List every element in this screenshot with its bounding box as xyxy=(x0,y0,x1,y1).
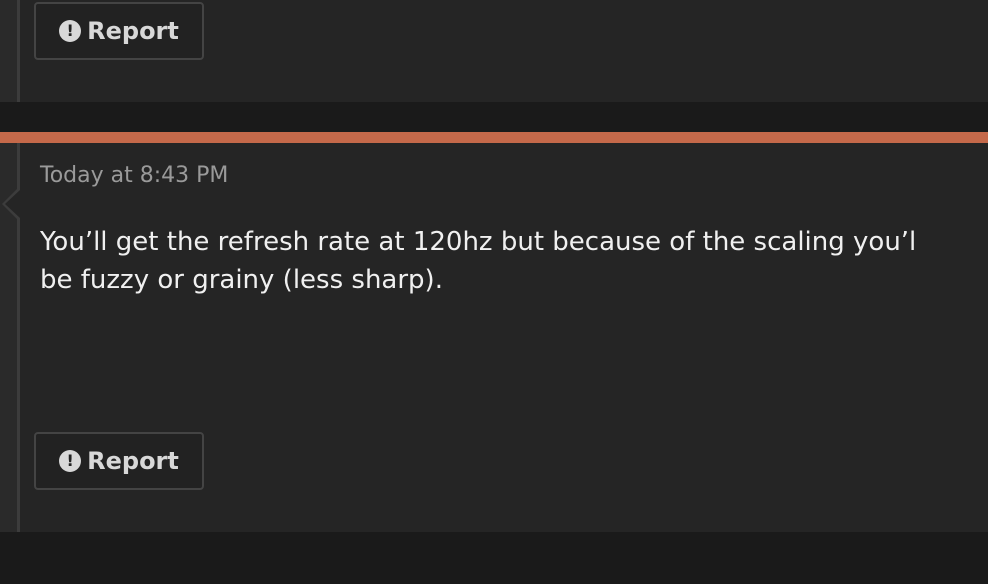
post: Today at 8:43 PM You’ll get the refresh … xyxy=(0,143,988,532)
report-button[interactable]: ! Report xyxy=(34,432,204,490)
post-timestamp[interactable]: Today at 8:43 PM xyxy=(40,163,228,188)
post-pointer-arrow-inner xyxy=(5,190,20,218)
exclamation-circle-icon: ! xyxy=(59,20,82,42)
post-message-line: be fuzzy or grainy (less sharp). xyxy=(40,265,443,295)
post-footer-gap xyxy=(0,532,988,584)
previous-post-gutter xyxy=(0,0,17,102)
post-separator xyxy=(0,102,988,132)
new-post-accent-bar xyxy=(0,132,988,143)
post-message-line: You’ll get the refresh rate at 120hz but… xyxy=(40,227,917,257)
post-message: You’ll get the refresh rate at 120hz but… xyxy=(40,223,988,299)
previous-post-divider xyxy=(17,0,20,102)
previous-post: ! Report xyxy=(0,0,988,102)
page: ! Report Today at 8:43 PM You’ll get the… xyxy=(0,0,988,584)
report-label: Report xyxy=(87,17,179,45)
report-button[interactable]: ! Report xyxy=(34,2,204,60)
report-label: Report xyxy=(87,447,179,475)
exclamation-circle-icon: ! xyxy=(59,450,82,472)
